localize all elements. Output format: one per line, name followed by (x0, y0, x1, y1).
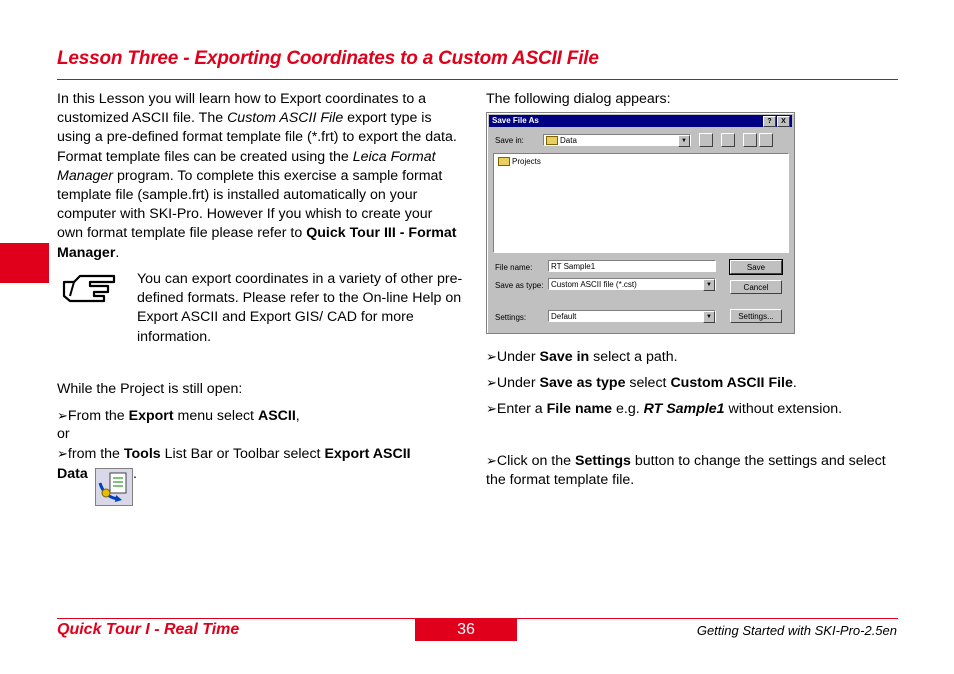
folder-icon (546, 136, 558, 146)
save-button[interactable]: Save (729, 259, 783, 275)
new-folder-icon[interactable] (721, 133, 735, 147)
footer-section-title: Quick Tour I - Real Time (57, 621, 240, 638)
file-name-input[interactable]: RT Sample1 (548, 260, 716, 272)
list-view-icon[interactable] (743, 133, 757, 147)
arrow-bullet-icon: ➢ (57, 408, 68, 423)
arrow-bullet-icon: ➢ (486, 453, 497, 468)
step-save-in: ➢Under Save in select a path. (486, 349, 678, 365)
save-type-select[interactable]: Custom ASCII file (*.cst) ▼ (548, 278, 716, 291)
or-text: or (57, 426, 70, 442)
details-view-icon[interactable] (759, 133, 773, 147)
step-export-menu: ➢From the Export menu select ASCII, (57, 408, 300, 424)
chevron-down-icon[interactable]: ▼ (703, 311, 715, 323)
title-rule (57, 79, 898, 80)
settings-label: Settings: (495, 313, 527, 322)
step-tools-bar-period: . (133, 466, 137, 482)
export-ascii-icon (95, 468, 133, 506)
save-type-label: Save as type: (495, 281, 544, 290)
page-title: Lesson Three - Exporting Coordinates to … (57, 48, 599, 69)
dialog-titlebar: Save File As ? X (489, 115, 792, 127)
folder-icon (498, 157, 510, 167)
save-in-select[interactable]: Data ▼ (543, 134, 691, 147)
arrow-bullet-icon: ➢ (486, 401, 497, 416)
save-file-as-dialog: Save File As ? X Save in: Data ▼ Project… (486, 112, 795, 334)
up-folder-icon[interactable] (699, 133, 713, 147)
settings-select[interactable]: Default ▼ (548, 310, 716, 323)
dialog-appears-text: The following dialog appears: (486, 91, 671, 107)
arrow-bullet-icon: ➢ (486, 375, 497, 390)
save-in-label: Save in: (495, 136, 524, 145)
step-tools-bar-cont: Data (57, 466, 88, 482)
page-number: 36 (415, 619, 517, 641)
file-name-label: File name: (495, 263, 533, 272)
step-file-name: ➢Enter a File name e.g. RT Sample1 witho… (486, 401, 843, 417)
close-button[interactable]: X (777, 116, 790, 127)
pointing-hand-icon (62, 274, 116, 303)
list-item[interactable]: Projects (498, 157, 541, 167)
while-open-text: While the Project is still open: (57, 381, 243, 397)
cancel-button[interactable]: Cancel (730, 280, 782, 294)
chapter-tab (0, 243, 49, 283)
step-save-type: ➢Under Save as type select Custom ASCII … (486, 375, 797, 391)
file-list[interactable]: Projects (493, 153, 789, 253)
footer-book-title: Getting Started with SKI-Pro-2.5en (696, 623, 897, 638)
help-button[interactable]: ? (763, 116, 776, 127)
note-text: You can export coordinates in a variety … (137, 271, 463, 345)
step-settings: ➢Click on the Settings button to change … (486, 453, 886, 489)
step-tools-bar: ➢from the Tools List Bar or Toolbar sele… (57, 446, 411, 462)
arrow-bullet-icon: ➢ (486, 349, 497, 364)
arrow-bullet-icon: ➢ (57, 446, 68, 461)
chevron-down-icon[interactable]: ▼ (703, 279, 715, 291)
settings-button[interactable]: Settings... (730, 309, 782, 323)
chevron-down-icon[interactable]: ▼ (678, 135, 690, 147)
intro-paragraph: In this Lesson you will learn how to Exp… (57, 91, 457, 261)
